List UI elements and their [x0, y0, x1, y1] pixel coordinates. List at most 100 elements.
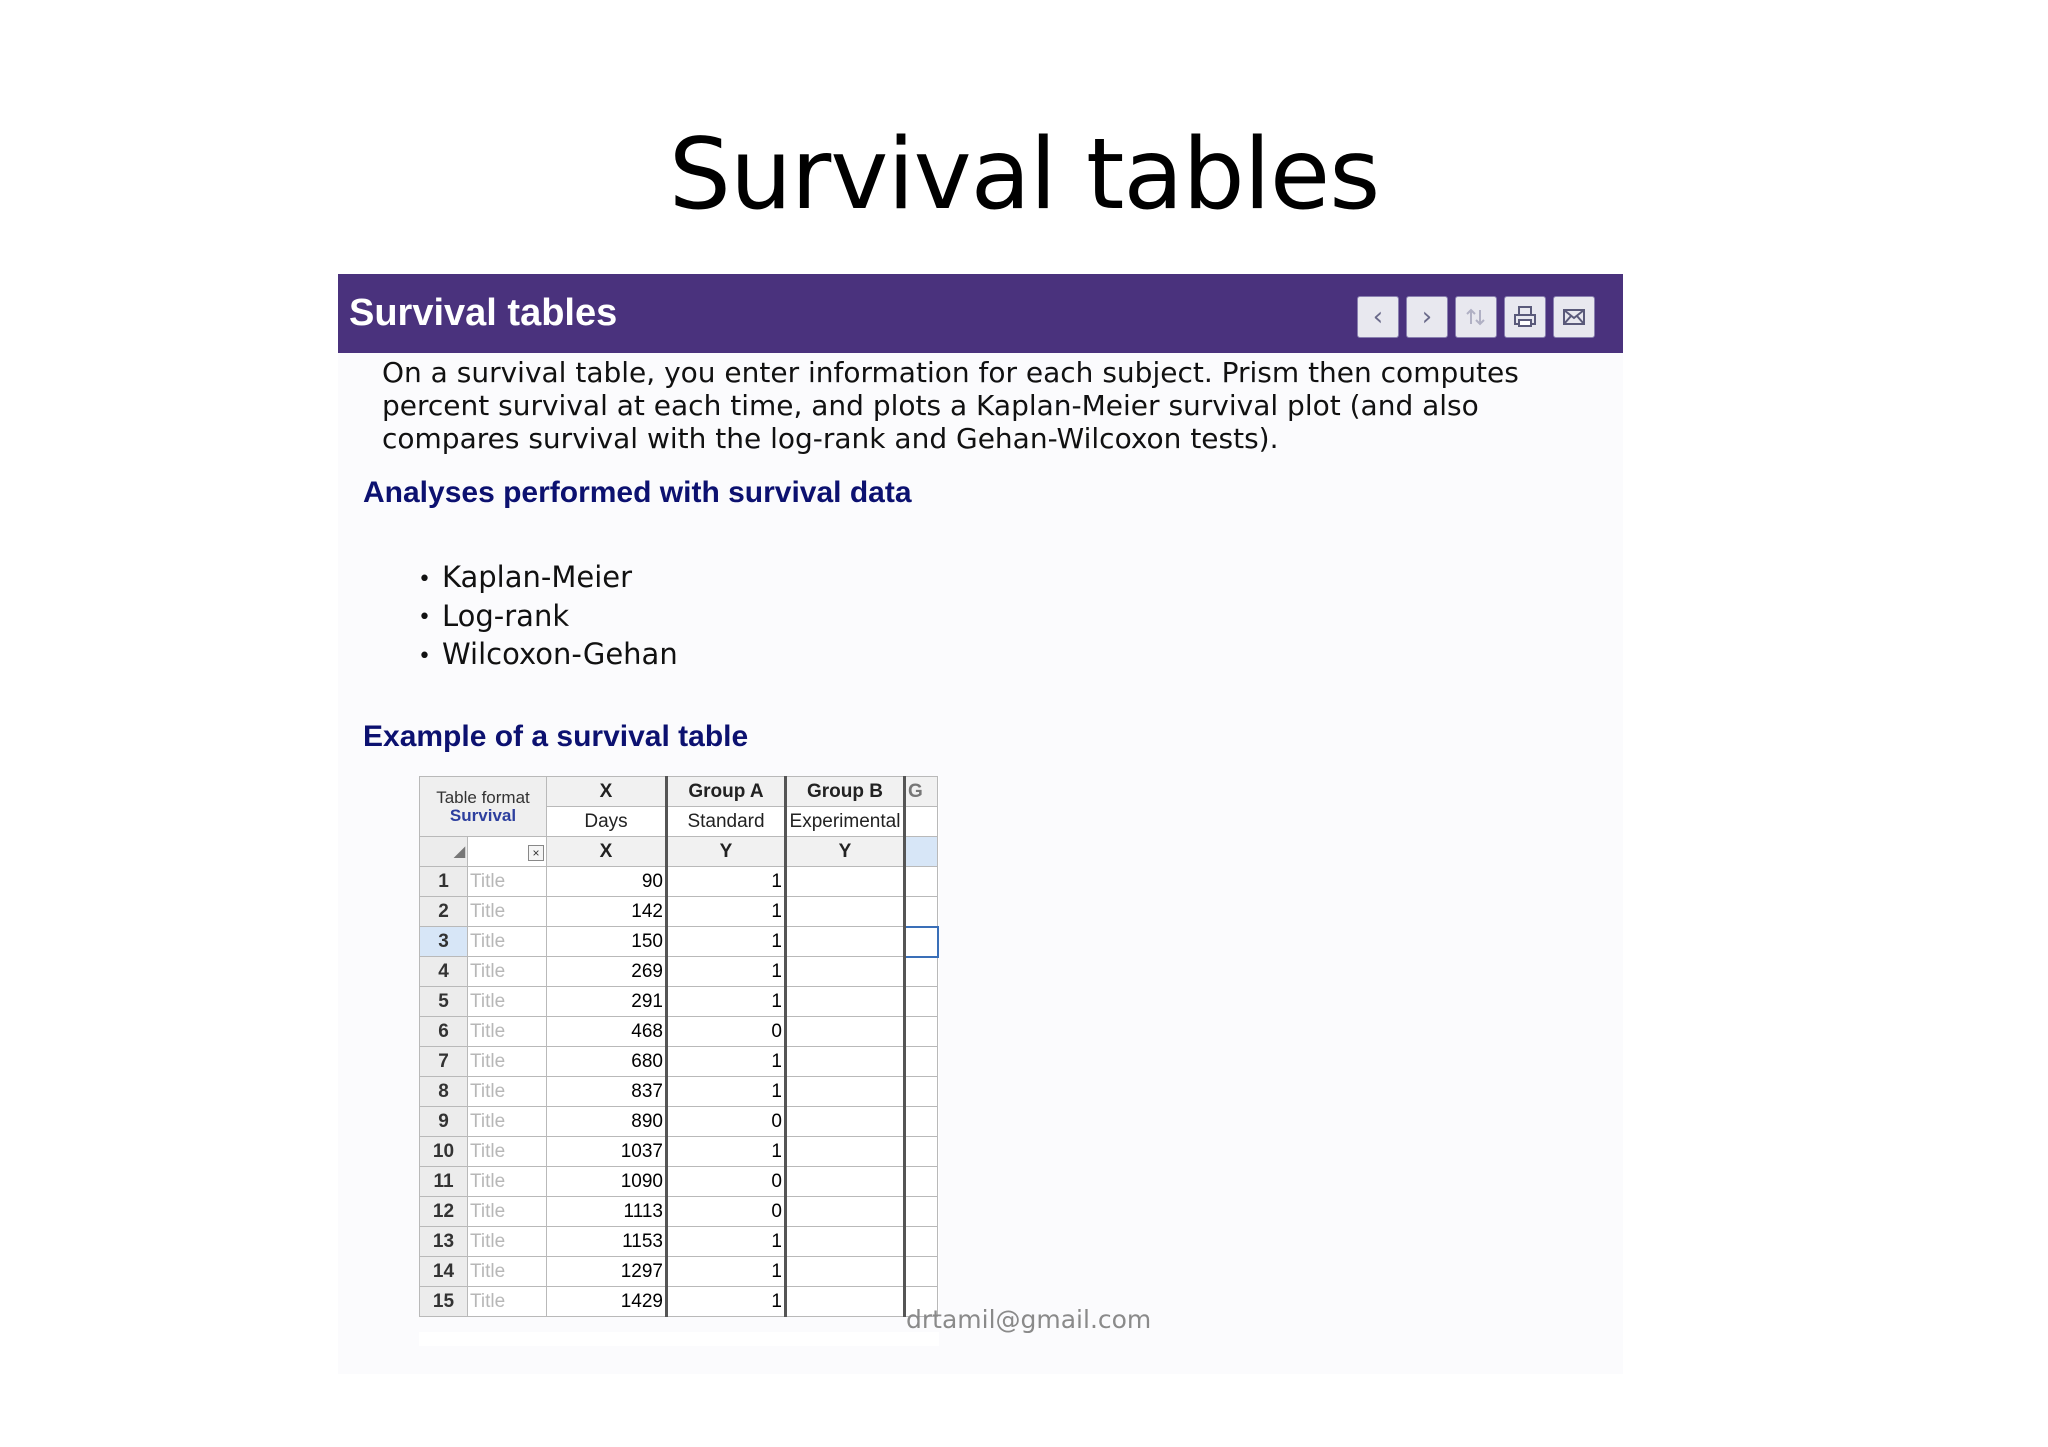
group-b-value-cell[interactable]: [785, 926, 906, 957]
column-type-group-a: Y: [666, 836, 787, 867]
group-c-value-cell[interactable]: [904, 1046, 938, 1077]
print-button[interactable]: [1504, 296, 1546, 338]
group-b-value-cell[interactable]: [785, 1136, 906, 1167]
group-b-value-cell[interactable]: [785, 1286, 906, 1317]
group-c-value-cell[interactable]: [904, 956, 938, 987]
x-value-cell[interactable]: 1429: [546, 1286, 668, 1317]
group-a-value-cell[interactable]: 1: [666, 1136, 787, 1167]
group-a-value-cell[interactable]: 1: [666, 1226, 787, 1257]
x-value-cell[interactable]: 150: [546, 926, 668, 957]
group-a-value-cell[interactable]: 1: [666, 926, 787, 957]
column-subtitle-group-a[interactable]: Standard: [666, 806, 787, 837]
contents-button[interactable]: [1455, 296, 1497, 338]
group-c-value-cell[interactable]: [904, 1166, 938, 1197]
group-a-value-cell[interactable]: 1: [666, 1286, 787, 1317]
table-row: 8 Title 837 1: [419, 1076, 938, 1107]
group-c-value-cell[interactable]: [904, 1226, 938, 1257]
group-a-value-cell[interactable]: 0: [666, 1196, 787, 1227]
row-number: 13: [419, 1226, 468, 1257]
row-title-cell[interactable]: Title: [467, 1136, 547, 1167]
row-title-cell[interactable]: Title: [467, 896, 547, 927]
x-value-cell[interactable]: 142: [546, 896, 668, 927]
x-value-cell[interactable]: 1297: [546, 1256, 668, 1287]
group-b-value-cell[interactable]: [785, 1256, 906, 1287]
group-c-value-cell[interactable]: [904, 1106, 938, 1137]
row-number: 8: [419, 1076, 468, 1107]
group-a-value-cell[interactable]: 1: [666, 1046, 787, 1077]
group-b-value-cell[interactable]: [785, 1166, 906, 1197]
x-value-cell[interactable]: 1153: [546, 1226, 668, 1257]
group-c-value-cell[interactable]: [904, 1016, 938, 1047]
group-c-value-cell[interactable]: [904, 1196, 938, 1227]
group-c-value-cell[interactable]: [904, 1256, 938, 1287]
row-title-cell[interactable]: Title: [467, 956, 547, 987]
row-title-cell[interactable]: Title: [467, 866, 547, 897]
x-value-cell[interactable]: 468: [546, 1016, 668, 1047]
table-format-cell[interactable]: Table format Survival: [419, 776, 547, 837]
group-a-value-cell[interactable]: 0: [666, 1166, 787, 1197]
group-c-value-cell[interactable]: [904, 866, 938, 897]
row-title-cell[interactable]: Title: [467, 1016, 547, 1047]
group-a-value-cell[interactable]: 0: [666, 1016, 787, 1047]
group-b-value-cell[interactable]: [785, 956, 906, 987]
x-value-cell[interactable]: 90: [546, 866, 668, 897]
group-a-value-cell[interactable]: 1: [666, 1256, 787, 1287]
group-b-value-cell[interactable]: [785, 1226, 906, 1257]
group-b-value-cell[interactable]: [785, 1106, 906, 1137]
column-header-x[interactable]: X: [546, 776, 668, 807]
row-title-cell[interactable]: Title: [467, 1166, 547, 1197]
group-c-value-cell[interactable]: [904, 896, 938, 927]
x-value-cell[interactable]: 890: [546, 1106, 668, 1137]
column-header-g[interactable]: G: [904, 776, 938, 807]
previous-page-button[interactable]: ‹: [1357, 296, 1399, 338]
select-all-corner[interactable]: ◢: [419, 836, 468, 867]
group-b-value-cell[interactable]: [785, 1076, 906, 1107]
table-row: 7 Title 680 1: [419, 1046, 938, 1077]
group-c-value-cell[interactable]: [904, 986, 938, 1017]
group-b-value-cell[interactable]: [785, 896, 906, 927]
x-value-cell[interactable]: 269: [546, 956, 668, 987]
table-row: 4 Title 269 1: [419, 956, 938, 987]
group-c-value-cell[interactable]: [904, 1136, 938, 1167]
x-value-cell[interactable]: 680: [546, 1046, 668, 1077]
row-number: 6: [419, 1016, 468, 1047]
group-a-value-cell[interactable]: 1: [666, 986, 787, 1017]
row-title-cell[interactable]: Title: [467, 1196, 547, 1227]
row-number: 5: [419, 986, 468, 1017]
column-header-group-b[interactable]: Group B: [785, 776, 906, 807]
row-title-cell[interactable]: Title: [467, 1286, 547, 1317]
row-title-cell[interactable]: Title: [467, 1256, 547, 1287]
x-value-cell[interactable]: 1037: [546, 1136, 668, 1167]
row-title-cell[interactable]: Title: [467, 986, 547, 1017]
group-b-value-cell[interactable]: [785, 986, 906, 1017]
group-c-value-cell[interactable]: [904, 1076, 938, 1107]
column-subtitle-g[interactable]: [904, 806, 938, 837]
group-b-value-cell[interactable]: [785, 1196, 906, 1227]
group-b-value-cell[interactable]: [785, 1046, 906, 1077]
next-page-button[interactable]: ›: [1406, 296, 1448, 338]
group-a-value-cell[interactable]: 1: [666, 1076, 787, 1107]
group-b-value-cell[interactable]: [785, 1016, 906, 1047]
column-subtitle-x[interactable]: Days: [546, 806, 668, 837]
email-button[interactable]: [1553, 296, 1595, 338]
group-c-value-cell[interactable]: [903, 925, 939, 958]
group-a-value-cell[interactable]: 0: [666, 1106, 787, 1137]
row-title-cell[interactable]: Title: [467, 1226, 547, 1257]
group-a-value-cell[interactable]: 1: [666, 866, 787, 897]
x-value-cell[interactable]: 1090: [546, 1166, 668, 1197]
x-value-cell[interactable]: 1113: [546, 1196, 668, 1227]
close-row-titles-cell[interactable]: ×: [467, 836, 547, 867]
row-title-cell[interactable]: Title: [467, 926, 547, 957]
list-item: Log-rank: [418, 598, 678, 637]
x-value-cell[interactable]: 291: [546, 986, 668, 1017]
column-subtitle-group-b[interactable]: Experimental: [785, 806, 906, 837]
column-header-group-a[interactable]: Group A: [666, 776, 787, 807]
row-title-cell[interactable]: Title: [467, 1076, 547, 1107]
close-icon[interactable]: ×: [528, 844, 544, 861]
group-b-value-cell[interactable]: [785, 866, 906, 897]
group-a-value-cell[interactable]: 1: [666, 956, 787, 987]
group-a-value-cell[interactable]: 1: [666, 896, 787, 927]
row-title-cell[interactable]: Title: [467, 1046, 547, 1077]
x-value-cell[interactable]: 837: [546, 1076, 668, 1107]
row-title-cell[interactable]: Title: [467, 1106, 547, 1137]
